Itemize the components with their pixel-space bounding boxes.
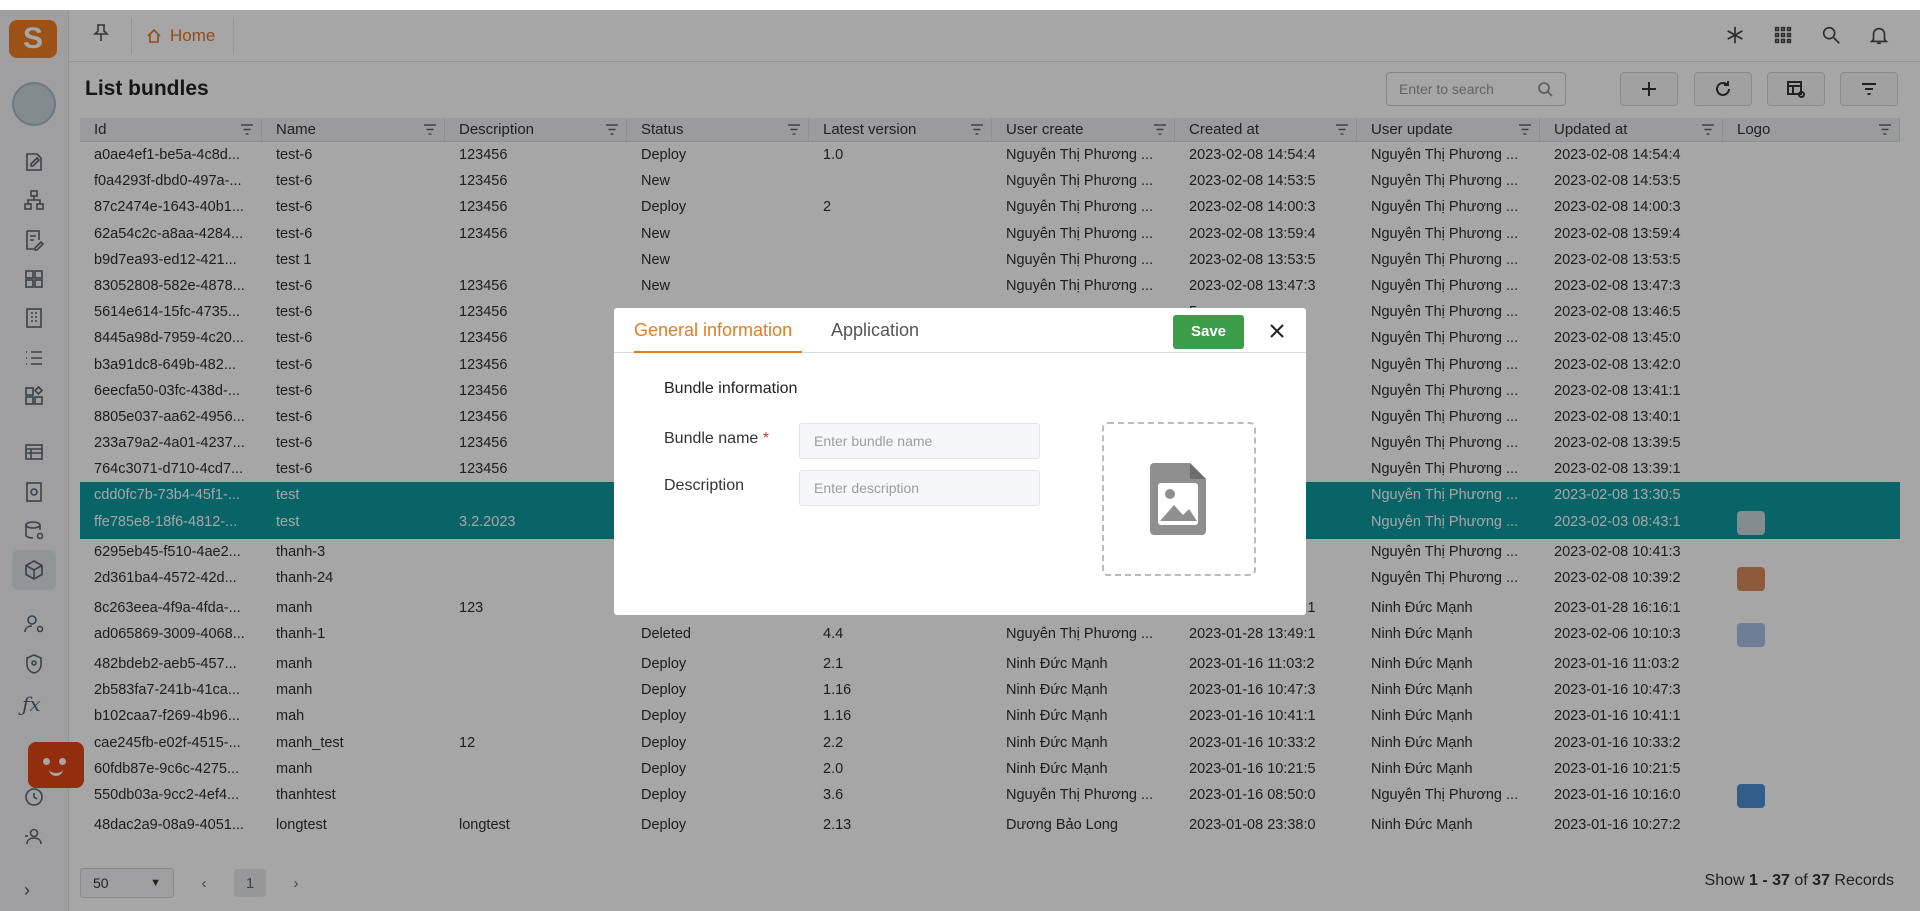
bundle-name-label-text: Bundle name (664, 430, 759, 447)
dialog-tabs: General information Application Save (614, 308, 1306, 353)
required-mark: * (762, 430, 769, 447)
description-input[interactable]: Enter description (799, 470, 1040, 506)
image-placeholder-icon (1150, 463, 1206, 535)
tab-application[interactable]: Application (831, 320, 919, 341)
save-button[interactable]: Save (1173, 315, 1244, 349)
active-tab-indicator (634, 351, 802, 353)
tab-general-information[interactable]: General information (634, 320, 792, 341)
section-title: Bundle information (664, 380, 798, 397)
logo-upload-area[interactable] (1102, 422, 1256, 576)
bundle-dialog: General information Application Save Bun… (614, 308, 1306, 615)
bundle-name-input[interactable]: Enter bundle name (799, 423, 1040, 459)
bundle-name-label: Bundle name * (664, 430, 769, 448)
close-icon[interactable] (1266, 320, 1288, 342)
app-window: S ƒx › Home List bundles Enter to search… (0, 10, 1920, 911)
description-label: Description (664, 477, 745, 494)
